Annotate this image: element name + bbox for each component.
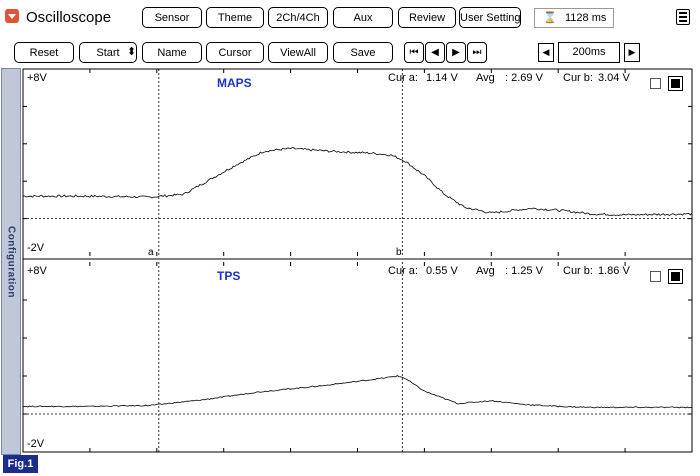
cursor-b-label: Cur b:	[563, 72, 593, 84]
avg-value: : 2.69 V	[505, 72, 543, 84]
avg-label: Avg	[476, 265, 495, 277]
channel-name: MAPS	[217, 76, 252, 90]
cursor-b-marker: b	[396, 247, 402, 258]
y-max-label: +8V	[27, 265, 47, 277]
cursor-b-value: 3.04 V	[598, 72, 630, 84]
scope-display	[22, 68, 693, 453]
y-min-label: -2V	[27, 242, 45, 254]
cursor-a-marker: a	[148, 247, 154, 258]
channel-name: TPS	[217, 269, 241, 283]
cursor-a-value: 0.55 V	[426, 265, 458, 277]
cursor-a-label: Cur a:	[388, 265, 418, 277]
channel-visibility-checkbox[interactable]	[650, 78, 661, 89]
scope-frame	[22, 68, 693, 453]
channel-visibility-checkbox[interactable]	[650, 271, 661, 282]
cursor-a-label: Cur a:	[388, 72, 418, 84]
channel-select-toggle[interactable]	[668, 76, 683, 91]
cursor-a-value: 1.14 V	[426, 72, 458, 84]
waveform-maps	[22, 147, 693, 217]
avg-label: Avg	[476, 72, 495, 84]
avg-value: : 1.25 V	[505, 265, 543, 277]
waveform-tps	[22, 375, 693, 409]
cursor-b-value: 1.86 V	[598, 265, 630, 277]
y-max-label: +8V	[27, 72, 47, 84]
channel-select-toggle[interactable]	[668, 269, 683, 284]
y-min-label: -2V	[27, 438, 45, 450]
cursor-b-label: Cur b:	[563, 265, 593, 277]
figure-label: Fig.1	[3, 455, 38, 473]
